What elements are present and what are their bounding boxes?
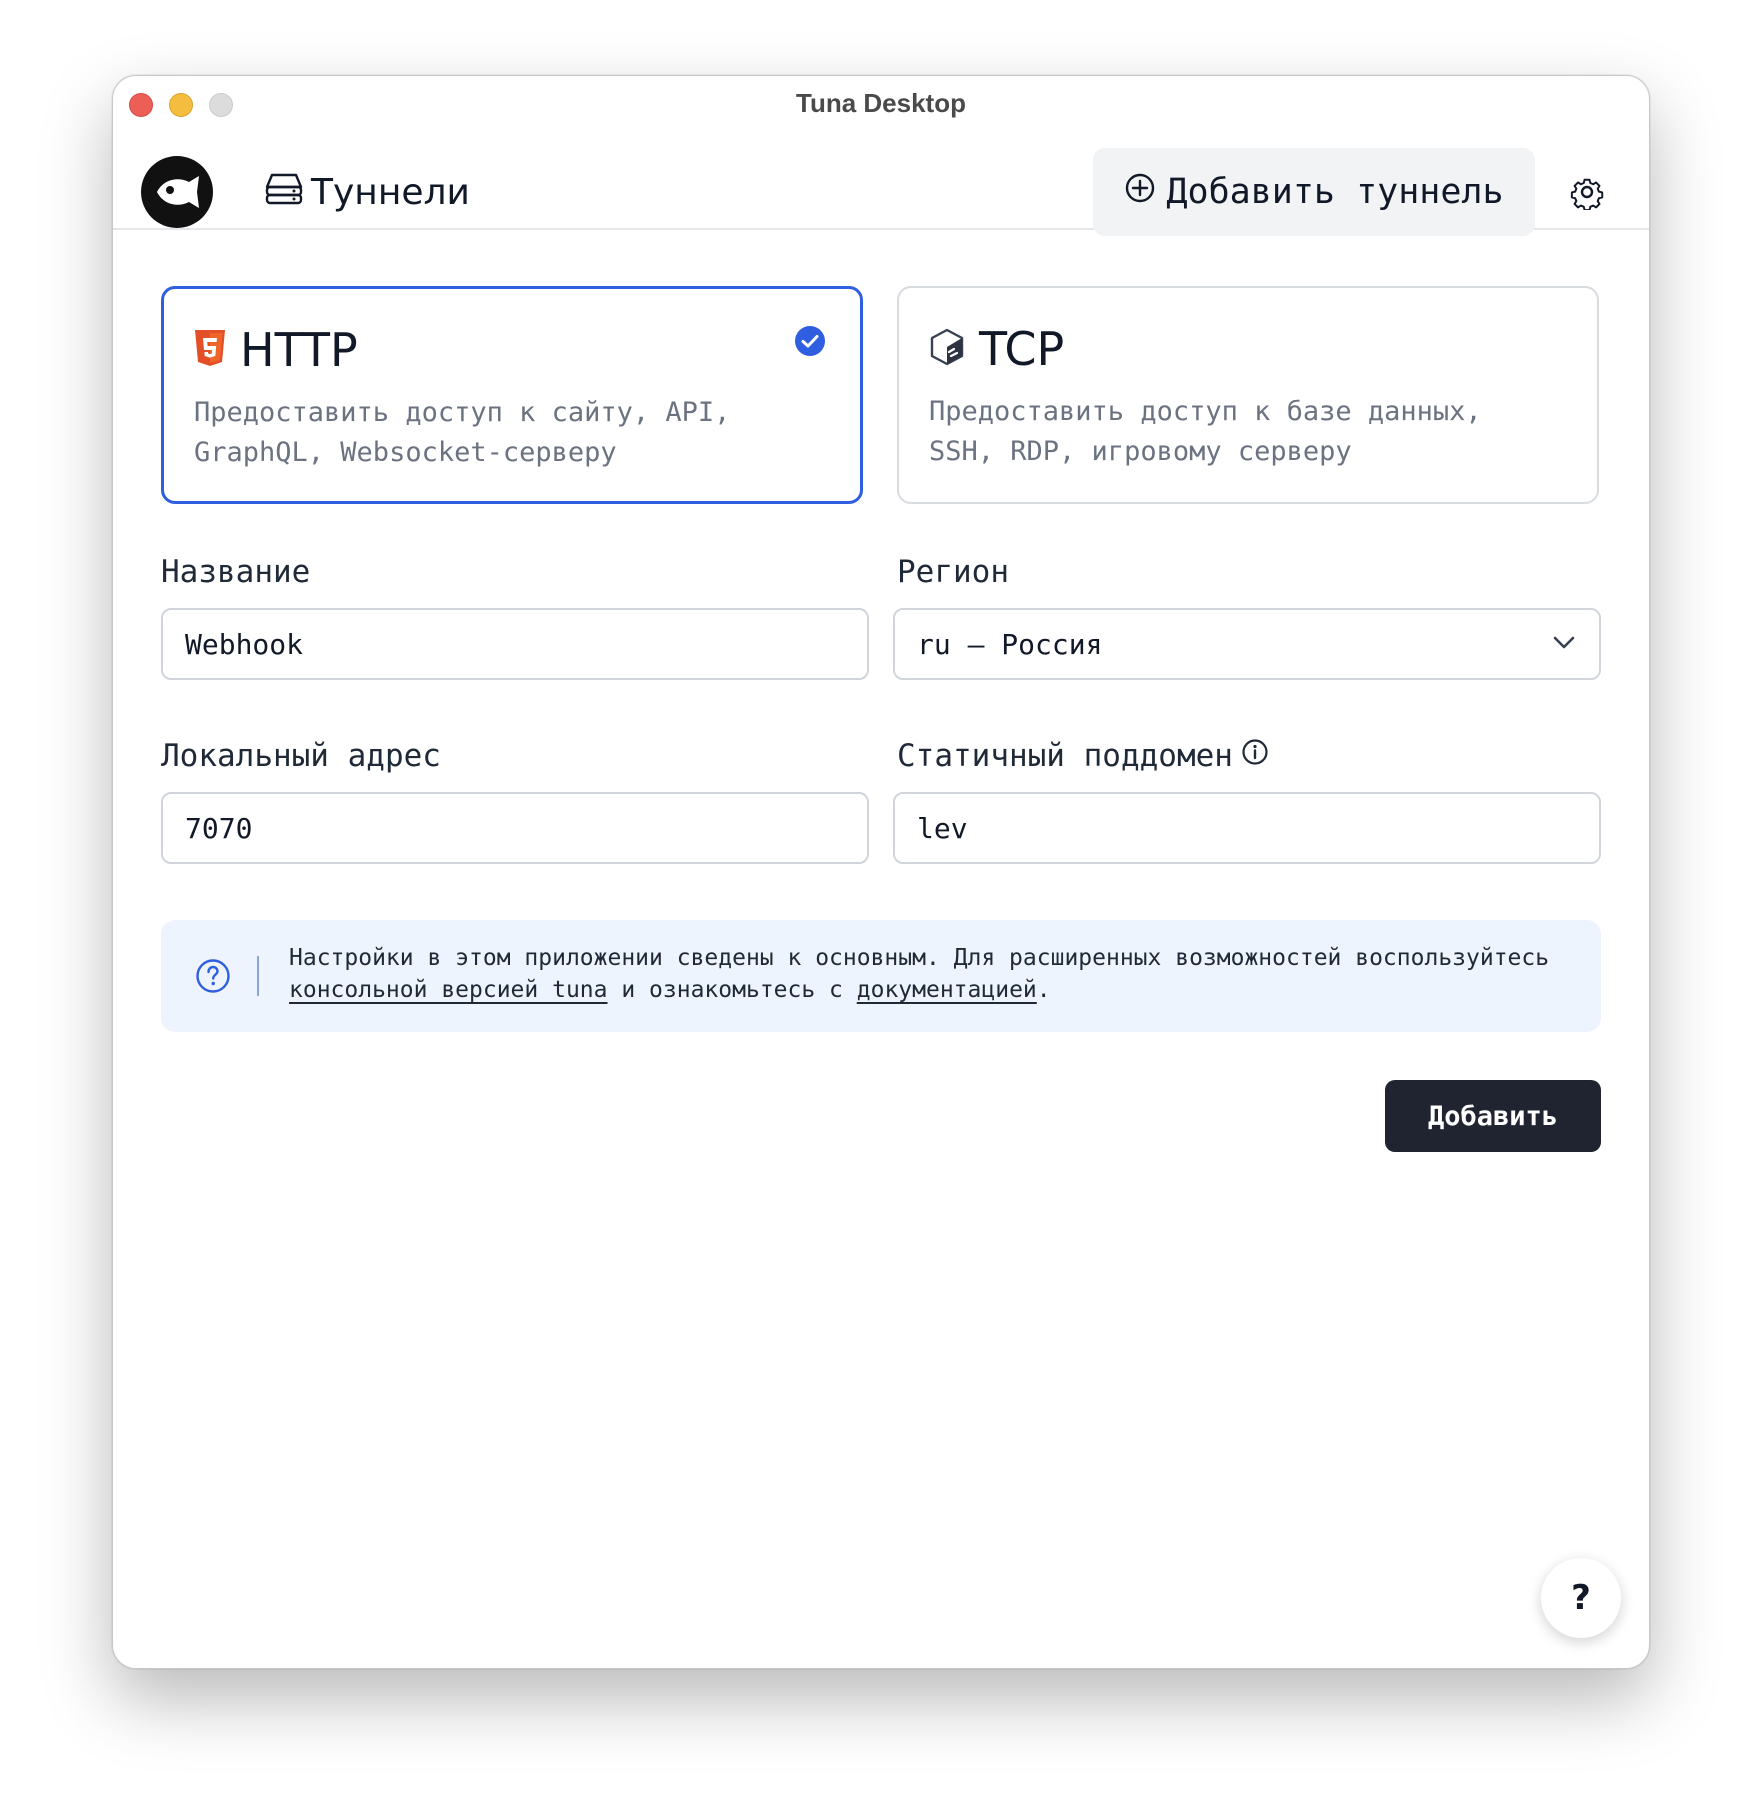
http-card-title: HTTP	[240, 323, 358, 377]
console-version-link[interactable]: консольной версией tuna	[289, 977, 608, 1003]
subdomain-label-text: Статичный поддомен	[897, 738, 1233, 774]
local-address-label: Локальный адрес	[161, 738, 441, 774]
nav-tunnels-label: Туннели	[311, 171, 470, 213]
server-stack-icon	[265, 171, 303, 214]
subdomain-input[interactable]	[893, 792, 1601, 864]
submit-add-label: Добавить	[1427, 1100, 1559, 1132]
add-tunnel-label: Добавить туннель	[1166, 172, 1504, 212]
tcp-tunnel-card[interactable]: TCP Предоставить доступ к базе данных, S…	[897, 286, 1599, 504]
plus-circle-icon	[1124, 172, 1156, 213]
info-banner: Настройки в этом приложении сведены к ос…	[161, 920, 1601, 1032]
help-button[interactable]: ?	[1541, 1558, 1621, 1638]
tcp-card-header: TCP	[929, 322, 1064, 376]
region-select[interactable]: ru — Россия	[893, 608, 1601, 680]
html5-icon	[194, 329, 226, 371]
local-address-input[interactable]	[161, 792, 869, 864]
info-divider	[257, 956, 259, 996]
fish-logo-icon[interactable]	[141, 156, 213, 228]
http-tunnel-card[interactable]: HTTP Предоставить доступ к сайту, API, G…	[161, 286, 863, 504]
question-circle-icon	[195, 958, 231, 998]
tcp-card-title: TCP	[979, 322, 1065, 376]
check-circle-icon	[794, 325, 826, 357]
http-card-header: HTTP	[194, 323, 358, 377]
help-button-label: ?	[1571, 1578, 1591, 1618]
gear-icon[interactable]	[1569, 174, 1605, 212]
info-text: Настройки в этом приложении сведены к ос…	[289, 942, 1579, 1006]
name-label: Название	[161, 554, 310, 590]
terminal-cube-icon	[929, 328, 965, 370]
title-bar: Tuna Desktop	[113, 76, 1649, 132]
chevron-down-icon	[1553, 636, 1575, 649]
info-text-after: .	[1036, 977, 1051, 1003]
region-select-value: ru — Россия	[917, 627, 1103, 661]
info-circle-icon[interactable]	[1241, 738, 1269, 774]
name-input[interactable]	[161, 608, 869, 680]
region-label-text: Регион	[897, 554, 1009, 590]
region-label: Регион	[897, 554, 1009, 590]
submit-add-button[interactable]: Добавить	[1385, 1080, 1601, 1152]
documentation-link[interactable]: документацией	[857, 977, 1037, 1003]
info-text-middle: и ознакомьтесь с	[607, 977, 857, 1003]
app-window: Tuna Desktop Туннели Добавить туннель HT…	[112, 75, 1650, 1669]
name-label-text: Название	[161, 554, 311, 590]
add-tunnel-button[interactable]: Добавить туннель	[1093, 148, 1535, 236]
nav-tunnels[interactable]: Туннели	[265, 168, 470, 216]
subdomain-label: Статичный поддомен	[897, 738, 1269, 774]
local-address-label-text: Локальный адрес	[161, 738, 441, 774]
window-title: Tuna Desktop	[796, 88, 966, 118]
tcp-card-description: Предоставить доступ к базе данных, SSH, …	[929, 396, 1482, 467]
http-card-description: Предоставить доступ к сайту, API, GraphQ…	[194, 397, 731, 468]
info-text-before: Настройки в этом приложении сведены к ос…	[289, 945, 1550, 971]
